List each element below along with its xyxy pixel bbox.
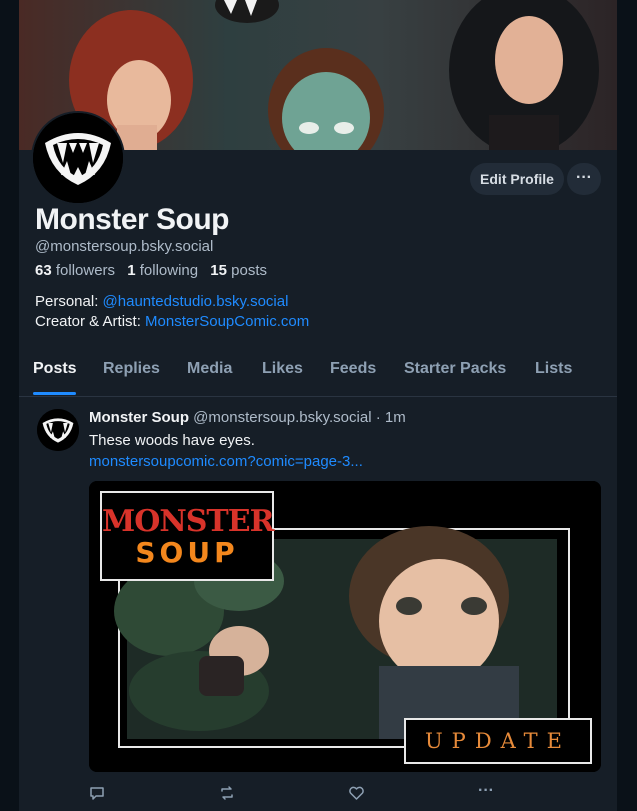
tab-replies[interactable]: Replies xyxy=(103,360,160,378)
tab-likes[interactable]: Likes xyxy=(262,360,303,378)
bio-personal-link[interactable]: @hauntedstudio.bsky.social xyxy=(103,293,289,310)
post-timestamp[interactable]: 1m xyxy=(385,409,406,426)
tab-lists[interactable]: Lists xyxy=(535,360,572,378)
like-button[interactable] xyxy=(348,785,365,806)
update-badge: UPDATE xyxy=(404,718,592,764)
display-name: Monster Soup xyxy=(35,203,230,236)
reply-button[interactable] xyxy=(89,785,105,806)
fangs-logo-icon xyxy=(37,409,79,451)
post-more-button[interactable]: ··· xyxy=(478,782,494,800)
post-author-name[interactable]: Monster Soup xyxy=(89,409,189,426)
following-link[interactable]: 1 following xyxy=(127,262,198,279)
profile-bio: Personal: @hauntedstudio.bsky.social Cre… xyxy=(35,293,310,330)
profile-tabs: Posts Replies Media Likes Feeds Starter … xyxy=(19,352,617,397)
profile-stats: 63 followers 1 following 15 posts xyxy=(35,262,267,279)
comic-logo: MONSTER SOUP xyxy=(100,491,275,581)
more-icon: ··· xyxy=(478,782,494,799)
active-tab-indicator xyxy=(33,392,76,395)
edit-profile-button[interactable]: Edit Profile xyxy=(470,163,564,195)
posts-count: 15 posts xyxy=(210,262,267,279)
followers-link[interactable]: 63 followers xyxy=(35,262,115,279)
repost-button[interactable] xyxy=(219,785,235,806)
post-author-avatar[interactable] xyxy=(37,409,79,451)
post-author-handle[interactable]: @monstersoup.bsky.social xyxy=(193,409,371,426)
post-header: Monster Soup @monstersoup.bsky.social · … xyxy=(89,409,406,426)
tab-starter-packs[interactable]: Starter Packs xyxy=(404,360,506,378)
repost-icon xyxy=(221,786,233,800)
post-text: These woods have eyes. xyxy=(89,432,255,449)
profile-handle: @monstersoup.bsky.social xyxy=(35,238,214,255)
post-embed-image[interactable]: MONSTER SOUP UPDATE xyxy=(89,481,601,772)
tab-feeds[interactable]: Feeds xyxy=(330,360,376,378)
more-options-button[interactable]: ··· xyxy=(567,163,601,195)
bio-website-link[interactable]: MonsterSoupComic.com xyxy=(145,313,309,330)
post-link[interactable]: monstersoupcomic.com?comic=page-3... xyxy=(89,453,363,470)
tab-posts[interactable]: Posts xyxy=(33,360,77,378)
fangs-logo-icon xyxy=(33,113,123,203)
tab-media[interactable]: Media xyxy=(187,360,232,378)
like-icon xyxy=(349,786,364,800)
profile-avatar[interactable] xyxy=(31,111,125,205)
reply-icon xyxy=(90,787,104,800)
